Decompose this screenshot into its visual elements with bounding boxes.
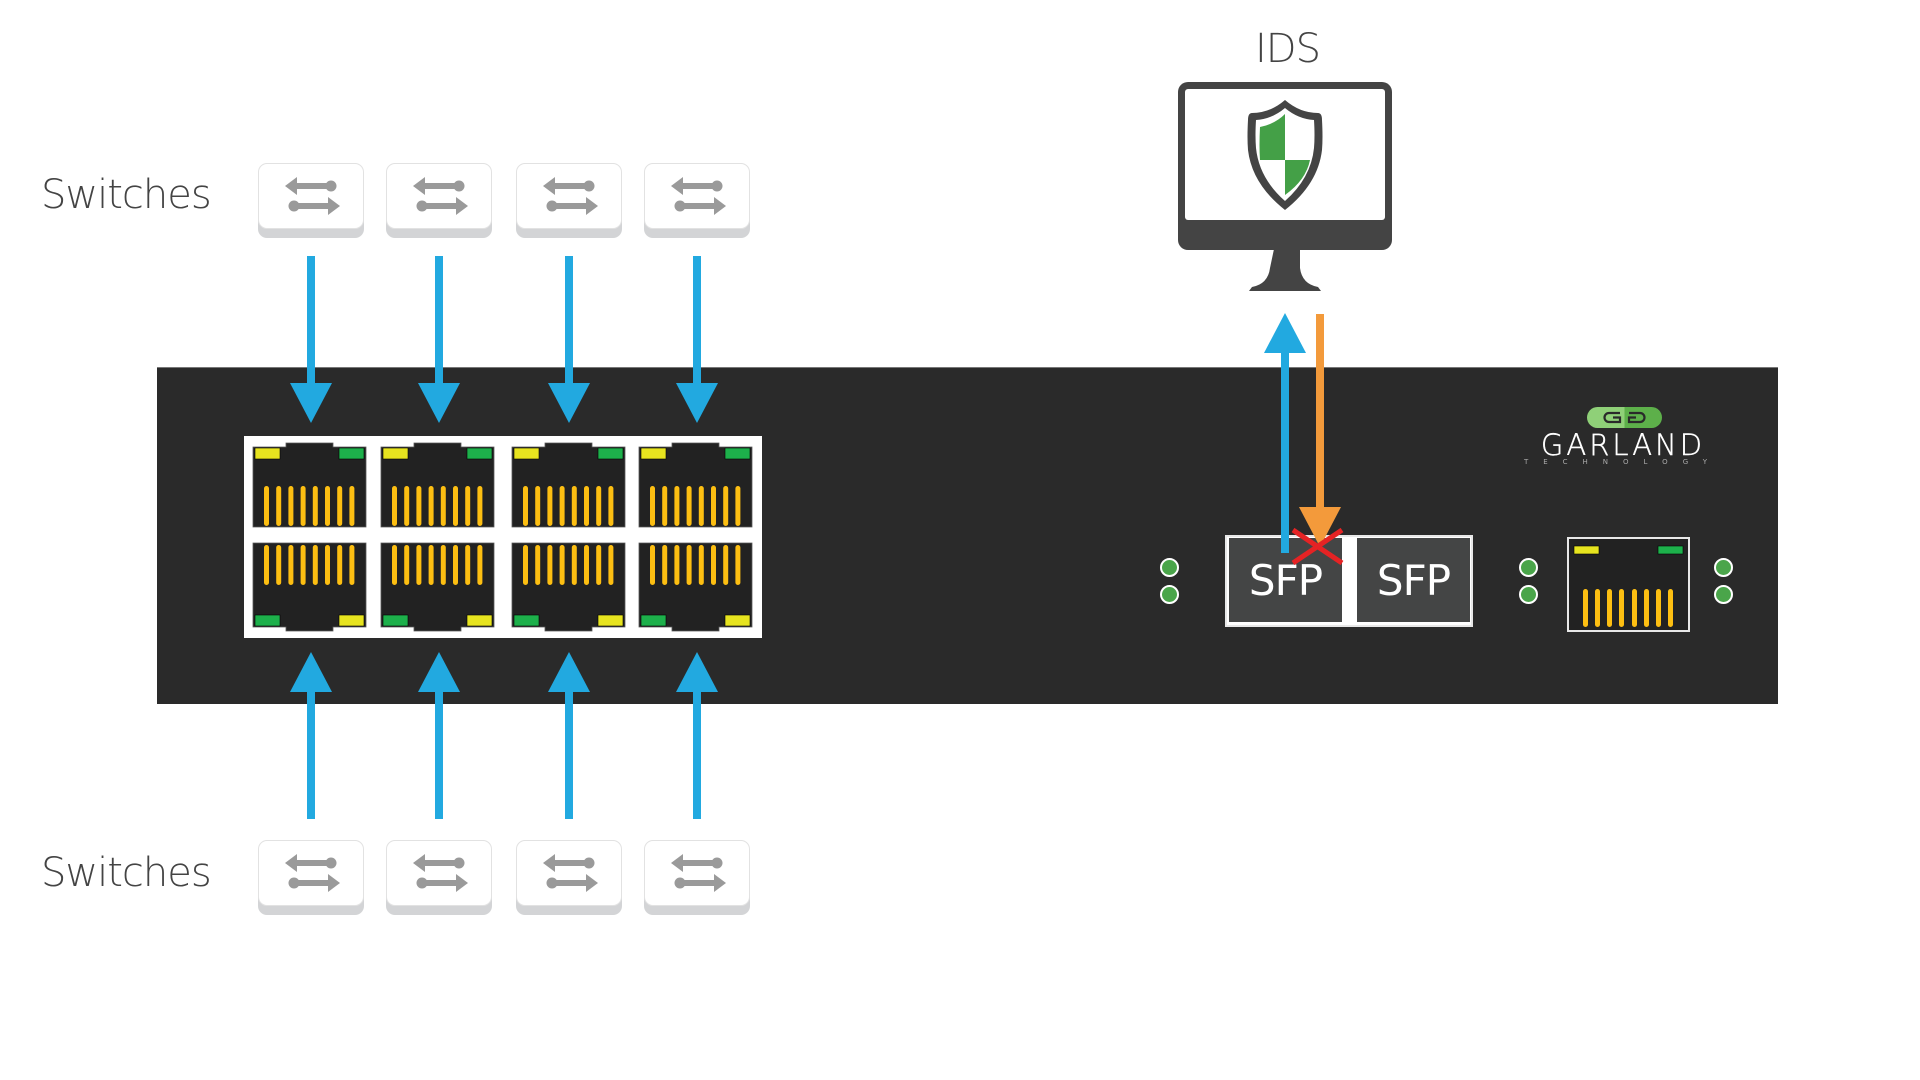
bottom-switch-3[interactable] xyxy=(516,840,622,915)
uplink-arrow-4 xyxy=(676,652,718,819)
uplink-arrow-2-head xyxy=(418,652,460,692)
switch-arrows-icon xyxy=(285,854,340,892)
downlink-arrow-2 xyxy=(418,256,460,423)
switch-face xyxy=(386,163,492,229)
top-switch-1[interactable] xyxy=(258,163,364,238)
downlink-arrow-4-head xyxy=(676,383,718,423)
downlink-arrow-1-head xyxy=(290,383,332,423)
switch-face xyxy=(644,840,750,906)
switch-arrows-icon xyxy=(413,854,468,892)
downlink-arrow-4 xyxy=(676,256,718,423)
bottom-switch-2[interactable] xyxy=(386,840,492,915)
switch-face xyxy=(516,163,622,229)
switch-face xyxy=(644,163,750,229)
downlink-arrow-3-head xyxy=(548,383,590,423)
downlink-arrow-1 xyxy=(290,256,332,423)
switch-face xyxy=(386,840,492,906)
top-switch-3[interactable] xyxy=(516,163,622,238)
uplink-arrow-3-head xyxy=(548,652,590,692)
connection-arrows-layer xyxy=(290,256,1344,819)
downlink-arrow-3 xyxy=(548,256,590,423)
switch-arrows-icon xyxy=(671,854,726,892)
ids-feed-arrow-head xyxy=(1264,313,1306,353)
switch-arrows-icon xyxy=(671,177,726,215)
switch-face xyxy=(516,840,622,906)
uplink-arrow-3 xyxy=(548,652,590,819)
switch-arrows-icon xyxy=(543,854,598,892)
downlink-arrow-2-head xyxy=(418,383,460,423)
switch-arrows-icon xyxy=(413,177,468,215)
uplink-arrow-4-head xyxy=(676,652,718,692)
switch-arrows-icon xyxy=(543,177,598,215)
bottom-switch-1[interactable] xyxy=(258,840,364,915)
ids-feed-arrow xyxy=(1264,313,1306,553)
uplink-arrow-1 xyxy=(290,652,332,819)
uplink-arrow-1-head xyxy=(290,652,332,692)
bottom-switch-4[interactable] xyxy=(644,840,750,915)
switch-face xyxy=(258,163,364,229)
top-switch-4[interactable] xyxy=(644,163,750,238)
ids-return-arrow xyxy=(1299,314,1341,547)
switch-arrows-icon xyxy=(285,177,340,215)
top-switch-2[interactable] xyxy=(386,163,492,238)
switch-face xyxy=(258,840,364,906)
uplink-arrow-2 xyxy=(418,652,460,819)
